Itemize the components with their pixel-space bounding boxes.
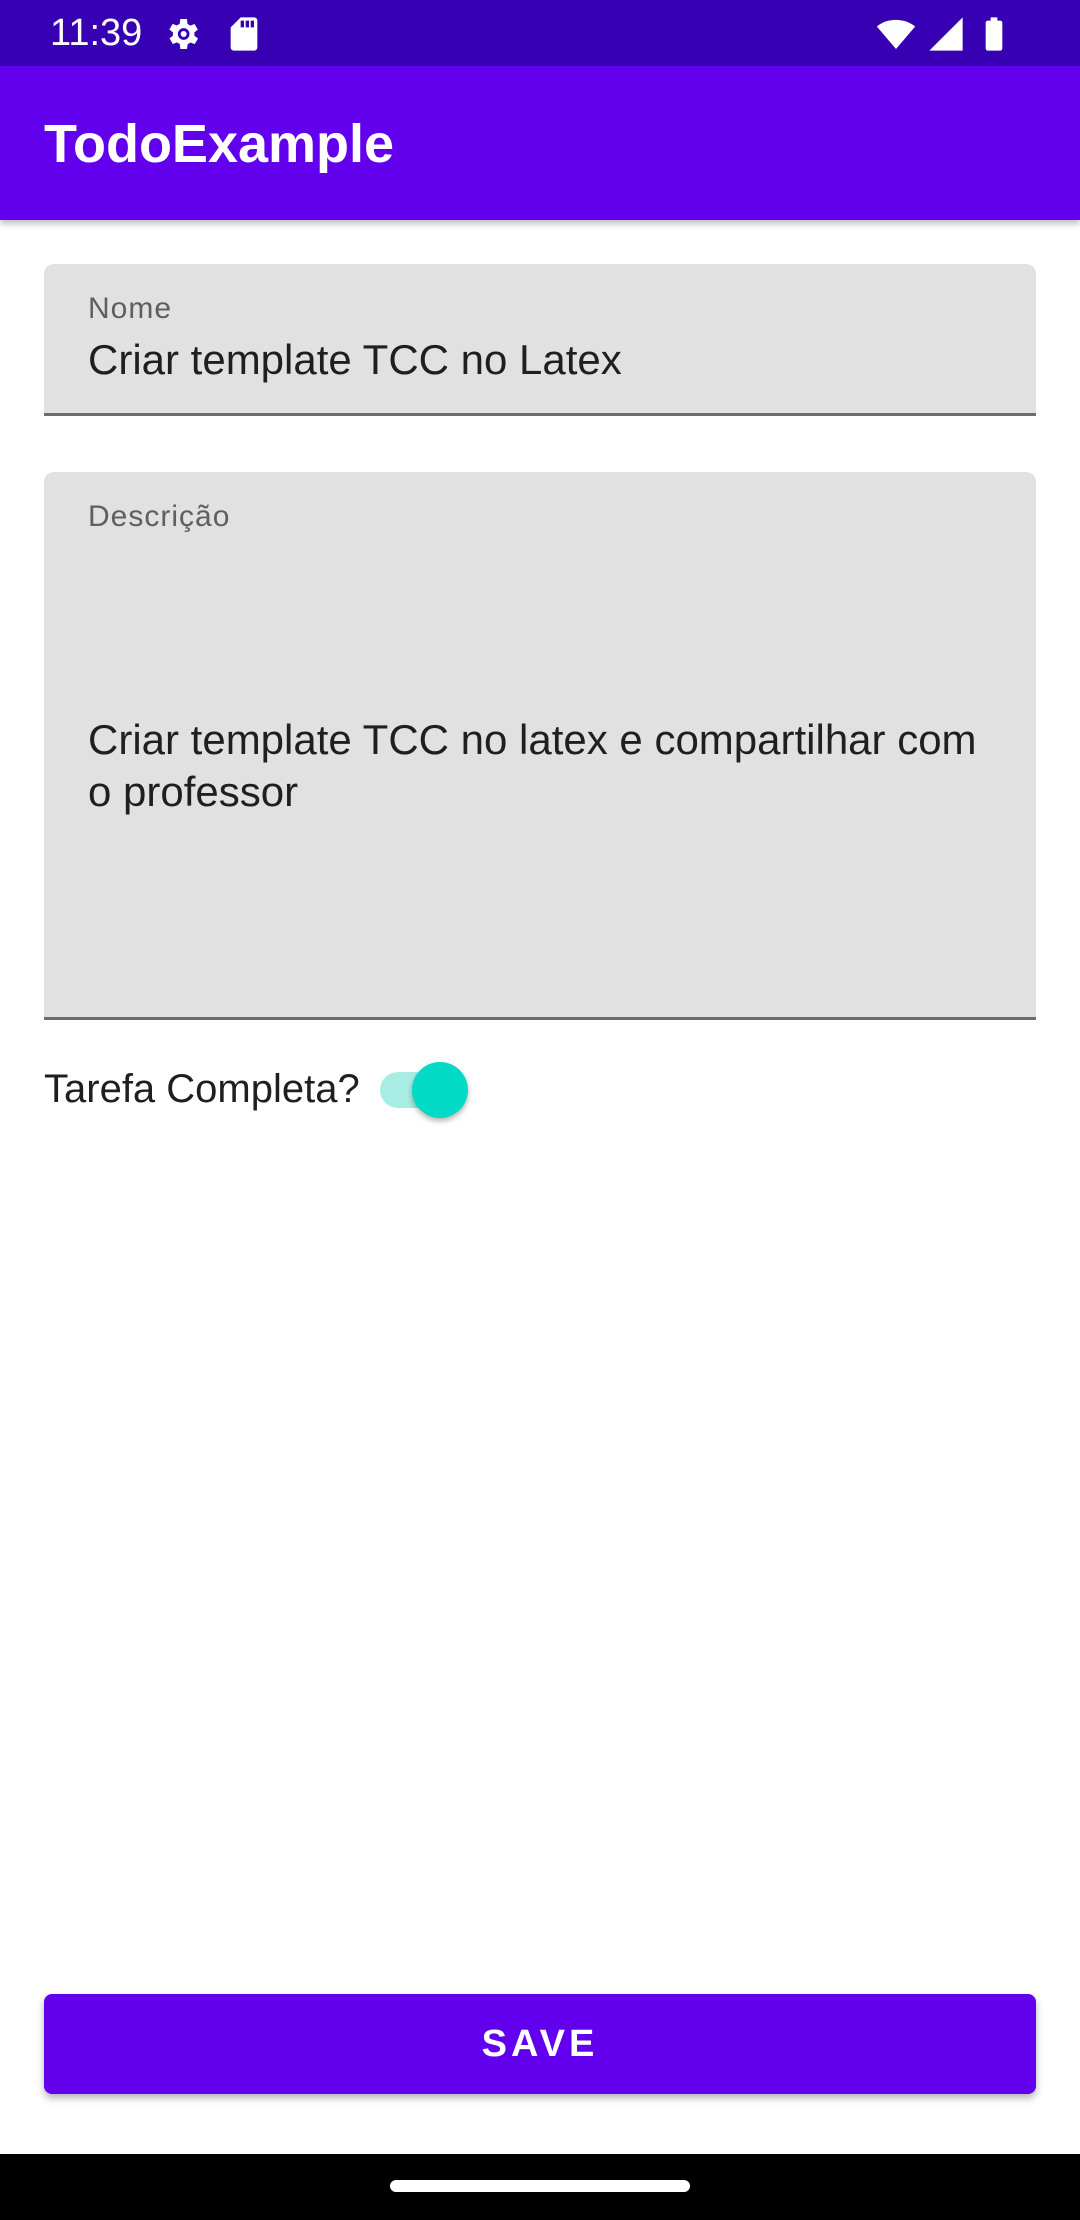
switch-thumb — [412, 1062, 468, 1118]
save-button[interactable]: SAVE — [44, 1994, 1036, 2094]
description-field[interactable]: Descrição Criar template TCC no latex e … — [44, 472, 1036, 1020]
battery-icon — [985, 17, 1003, 51]
description-field-label: Descrição — [88, 500, 231, 533]
wifi-icon — [876, 19, 916, 49]
app-bar: TodoExample — [0, 66, 1080, 220]
cellular-signal-icon — [929, 17, 963, 51]
system-navigation-bar — [0, 2154, 1080, 2220]
name-field-value: Criar template TCC no Latex — [88, 336, 622, 383]
task-complete-switch[interactable] — [380, 1062, 470, 1118]
app-title: TodoExample — [44, 114, 395, 174]
task-complete-label: Tarefa Completa? — [44, 1067, 360, 1111]
status-time: 11:39 — [50, 12, 143, 54]
description-field-value: Criar template TCC no latex e compartilh… — [88, 716, 977, 815]
status-bar: 11:39 — [0, 0, 1080, 66]
sd-card-icon — [230, 17, 258, 51]
home-gesture-handle[interactable] — [390, 2180, 690, 2192]
name-field-label: Nome — [88, 292, 173, 325]
settings-gear-icon — [169, 19, 198, 49]
name-field[interactable]: Nome Criar template TCC no Latex — [44, 264, 1036, 416]
